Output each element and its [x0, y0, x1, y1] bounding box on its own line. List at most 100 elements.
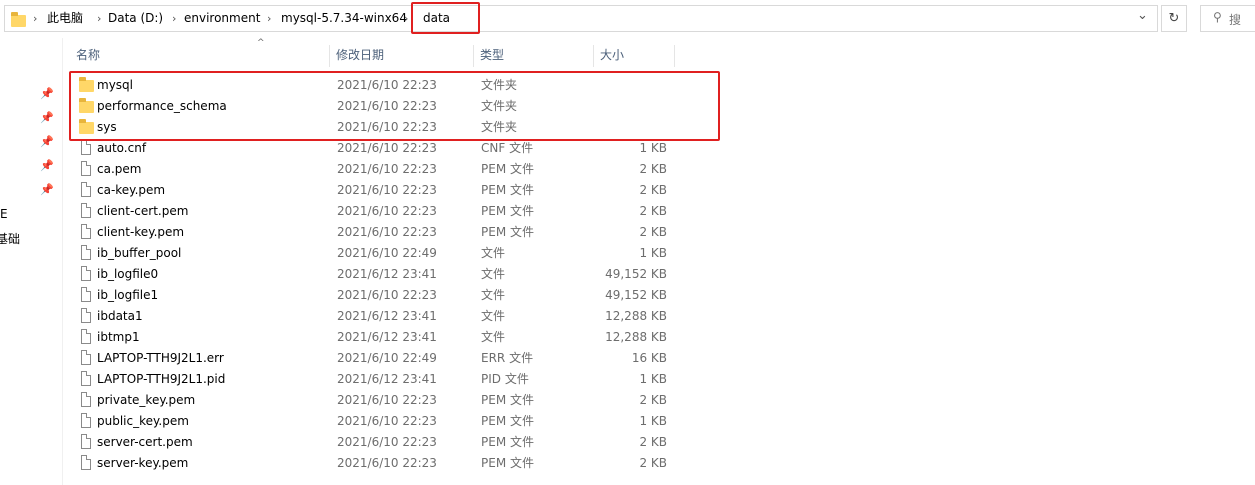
- column-header-name[interactable]: 名称: [76, 46, 100, 63]
- file-name: ibdata1: [97, 309, 143, 323]
- file-size: 16 KB: [631, 351, 667, 365]
- chevron-right-icon[interactable]: ›: [97, 6, 101, 33]
- column-divider[interactable]: [329, 45, 330, 67]
- file-row[interactable]: client-cert.pem 2021/6/10 22:23 PEM 文件 2 KB: [62, 201, 722, 222]
- file-type: 文件: [481, 267, 506, 281]
- file-size: 2 KB: [639, 225, 667, 239]
- column-divider[interactable]: [473, 45, 474, 67]
- file-type: PEM 文件: [481, 435, 534, 449]
- file-row[interactable]: client-key.pem 2021/6/10 22:23 PEM 文件 2 KB: [62, 222, 722, 243]
- file-date: 2021/6/12 23:41: [337, 372, 437, 386]
- file-row[interactable]: ib_logfile1 2021/6/10 22:23 文件 49,152 KB: [62, 285, 722, 306]
- file-row[interactable]: server-key.pem 2021/6/10 22:23 PEM 文件 2 KB: [62, 453, 722, 474]
- file-icon: [81, 140, 91, 155]
- file-row[interactable]: ibdata1 2021/6/12 23:41 文件 12,288 KB: [62, 306, 722, 327]
- breadcrumb-data-drive[interactable]: Data (D:): [108, 6, 163, 33]
- column-divider[interactable]: [593, 45, 594, 67]
- file-date: 2021/6/10 22:23: [337, 288, 437, 302]
- file-date: 2021/6/12 23:41: [337, 330, 437, 344]
- file-name: client-cert.pem: [97, 204, 189, 218]
- search-icon: ⚲: [1213, 10, 1222, 24]
- file-type: PEM 文件: [481, 183, 534, 197]
- chevron-right-icon[interactable]: ›: [267, 6, 271, 33]
- folder-icon: [11, 12, 26, 27]
- breadcrumb-this-pc[interactable]: 此电脑: [47, 6, 83, 33]
- nav-item-label[interactable]: 基础: [0, 230, 20, 247]
- file-row[interactable]: ca-key.pem 2021/6/10 22:23 PEM 文件 2 KB: [62, 180, 722, 201]
- file-date: 2021/6/12 23:41: [337, 267, 437, 281]
- file-date: 2021/6/10 22:23: [337, 225, 437, 239]
- file-size: 1 KB: [639, 141, 667, 155]
- file-name: LAPTOP-TTH9J2L1.err: [97, 351, 224, 365]
- file-row[interactable]: ibtmp1 2021/6/12 23:41 文件 12,288 KB: [62, 327, 722, 348]
- file-type: PEM 文件: [481, 162, 534, 176]
- refresh-icon[interactable]: ↻: [1161, 5, 1187, 32]
- column-header-size[interactable]: 大小: [600, 46, 624, 63]
- pin-icon[interactable]: 📌: [40, 183, 54, 196]
- file-type: 文件: [481, 246, 506, 260]
- file-icon: [81, 182, 91, 197]
- file-name: LAPTOP-TTH9J2L1.pid: [97, 372, 226, 386]
- file-row[interactable]: private_key.pem 2021/6/10 22:23 PEM 文件 2 KB: [62, 390, 722, 411]
- nav-item-label[interactable]: E: [0, 207, 8, 221]
- file-date: 2021/6/10 22:23: [337, 204, 437, 218]
- file-date: 2021/6/10 22:23: [337, 414, 437, 428]
- file-row[interactable]: public_key.pem 2021/6/10 22:23 PEM 文件 1 KB: [62, 411, 722, 432]
- file-name: ca.pem: [97, 162, 142, 176]
- file-name: public_key.pem: [97, 414, 189, 428]
- address-box[interactable]: › 此电脑 › Data (D:) › environment › mysql-…: [4, 5, 1158, 32]
- file-date: 2021/6/12 23:41: [337, 309, 437, 323]
- file-icon: [81, 413, 91, 428]
- file-size: 2 KB: [639, 183, 667, 197]
- sort-ascending-icon: ^: [257, 38, 265, 48]
- file-row[interactable]: auto.cnf 2021/6/10 22:23 CNF 文件 1 KB: [62, 138, 722, 159]
- file-size: 1 KB: [639, 246, 667, 260]
- search-placeholder: 搜: [1229, 13, 1242, 27]
- file-row[interactable]: server-cert.pem 2021/6/10 22:23 PEM 文件 2 KB: [62, 432, 722, 453]
- file-icon: [81, 245, 91, 260]
- file-name: ibtmp1: [97, 330, 140, 344]
- file-size: 49,152 KB: [605, 267, 667, 281]
- file-type: CNF 文件: [481, 141, 534, 155]
- file-type: PEM 文件: [481, 414, 534, 428]
- file-date: 2021/6/10 22:23: [337, 435, 437, 449]
- breadcrumb-mysql-folder[interactable]: mysql-5.7.34-winx64: [281, 6, 407, 33]
- file-icon: [81, 434, 91, 449]
- file-name: auto.cnf: [97, 141, 147, 155]
- file-icon: [81, 371, 91, 386]
- file-icon: [81, 350, 91, 365]
- file-icon: [81, 308, 91, 323]
- file-size: 2 KB: [639, 456, 667, 470]
- file-date: 2021/6/10 22:23: [337, 456, 437, 470]
- file-size: 2 KB: [639, 162, 667, 176]
- file-icon: [81, 161, 91, 176]
- file-name: client-key.pem: [97, 225, 185, 239]
- file-size: 1 KB: [639, 372, 667, 386]
- column-header-date[interactable]: 修改日期: [336, 46, 384, 63]
- file-type: ERR 文件: [481, 351, 534, 365]
- file-icon: [81, 455, 91, 470]
- file-name: server-cert.pem: [97, 435, 193, 449]
- file-row[interactable]: ib_logfile0 2021/6/12 23:41 文件 49,152 KB: [62, 264, 722, 285]
- pin-icon[interactable]: 📌: [40, 87, 54, 100]
- column-header-type[interactable]: 类型: [480, 46, 504, 63]
- pin-icon[interactable]: 📌: [40, 135, 54, 148]
- column-divider[interactable]: [674, 45, 675, 67]
- chevron-right-icon[interactable]: ›: [172, 6, 176, 33]
- breadcrumb-environment[interactable]: environment: [184, 6, 260, 33]
- file-icon: [81, 287, 91, 302]
- pin-icon[interactable]: 📌: [40, 159, 54, 172]
- file-name: ca-key.pem: [97, 183, 166, 197]
- file-icon: [81, 224, 91, 239]
- file-type: 文件: [481, 288, 506, 302]
- search-input[interactable]: ⚲ 搜: [1200, 5, 1255, 32]
- chevron-down-icon[interactable]: ⌄: [1137, 3, 1148, 30]
- file-row[interactable]: LAPTOP-TTH9J2L1.pid 2021/6/12 23:41 PID 文件…: [62, 369, 722, 390]
- file-row[interactable]: ca.pem 2021/6/10 22:23 PEM 文件 2 KB: [62, 159, 722, 180]
- highlight-box-folders: [69, 71, 720, 141]
- pin-icon[interactable]: 📌: [40, 111, 54, 124]
- chevron-right-icon[interactable]: ›: [33, 6, 37, 33]
- chevron-right-icon[interactable]: ›: [404, 6, 408, 33]
- file-row[interactable]: ib_buffer_pool 2021/6/10 22:49 文件 1 KB: [62, 243, 722, 264]
- file-row[interactable]: LAPTOP-TTH9J2L1.err 2021/6/10 22:49 ERR 文件…: [62, 348, 722, 369]
